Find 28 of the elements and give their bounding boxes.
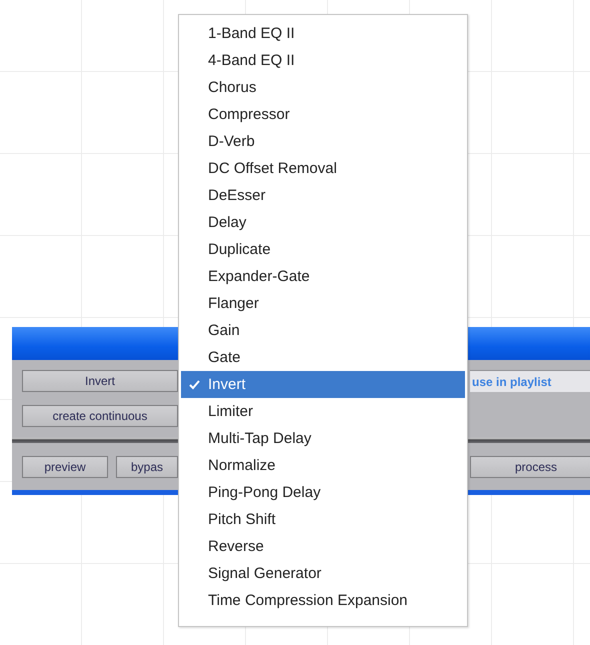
menu-item[interactable]: Invert: [181, 371, 465, 398]
menu-item[interactable]: Signal Generator: [181, 560, 465, 587]
function-button[interactable]: Invert: [22, 370, 178, 392]
bypass-button[interactable]: bypas: [116, 456, 178, 478]
menu-item[interactable]: DeEsser: [181, 182, 465, 209]
menu-item[interactable]: Multi-Tap Delay: [181, 425, 465, 452]
menu-item[interactable]: Pitch Shift: [181, 506, 465, 533]
menu-item[interactable]: DC Offset Removal: [181, 155, 465, 182]
menu-item[interactable]: Duplicate: [181, 236, 465, 263]
menu-item[interactable]: Normalize: [181, 452, 465, 479]
menu-item[interactable]: Limiter: [181, 398, 465, 425]
menu-item[interactable]: 1-Band EQ II: [181, 20, 465, 47]
menu-item[interactable]: Reverse: [181, 533, 465, 560]
menu-item[interactable]: Gate: [181, 344, 465, 371]
preview-button[interactable]: preview: [22, 456, 108, 478]
menu-item[interactable]: Gain: [181, 317, 465, 344]
menu-item[interactable]: Delay: [181, 209, 465, 236]
menu-item[interactable]: D-Verb: [181, 128, 465, 155]
menu-item[interactable]: Expander-Gate: [181, 263, 465, 290]
menu-item[interactable]: Chorus: [181, 74, 465, 101]
process-button[interactable]: process: [470, 456, 590, 478]
menu-item[interactable]: Compressor: [181, 101, 465, 128]
menu-item[interactable]: Time Compression Expansion: [181, 587, 465, 614]
menu-item[interactable]: Ping-Pong Delay: [181, 479, 465, 506]
menu-item[interactable]: 4-Band EQ II: [181, 47, 465, 74]
checkmark-icon: [189, 380, 200, 390]
menu-item[interactable]: Flanger: [181, 290, 465, 317]
continuous-file-button[interactable]: create continuous: [22, 405, 178, 427]
